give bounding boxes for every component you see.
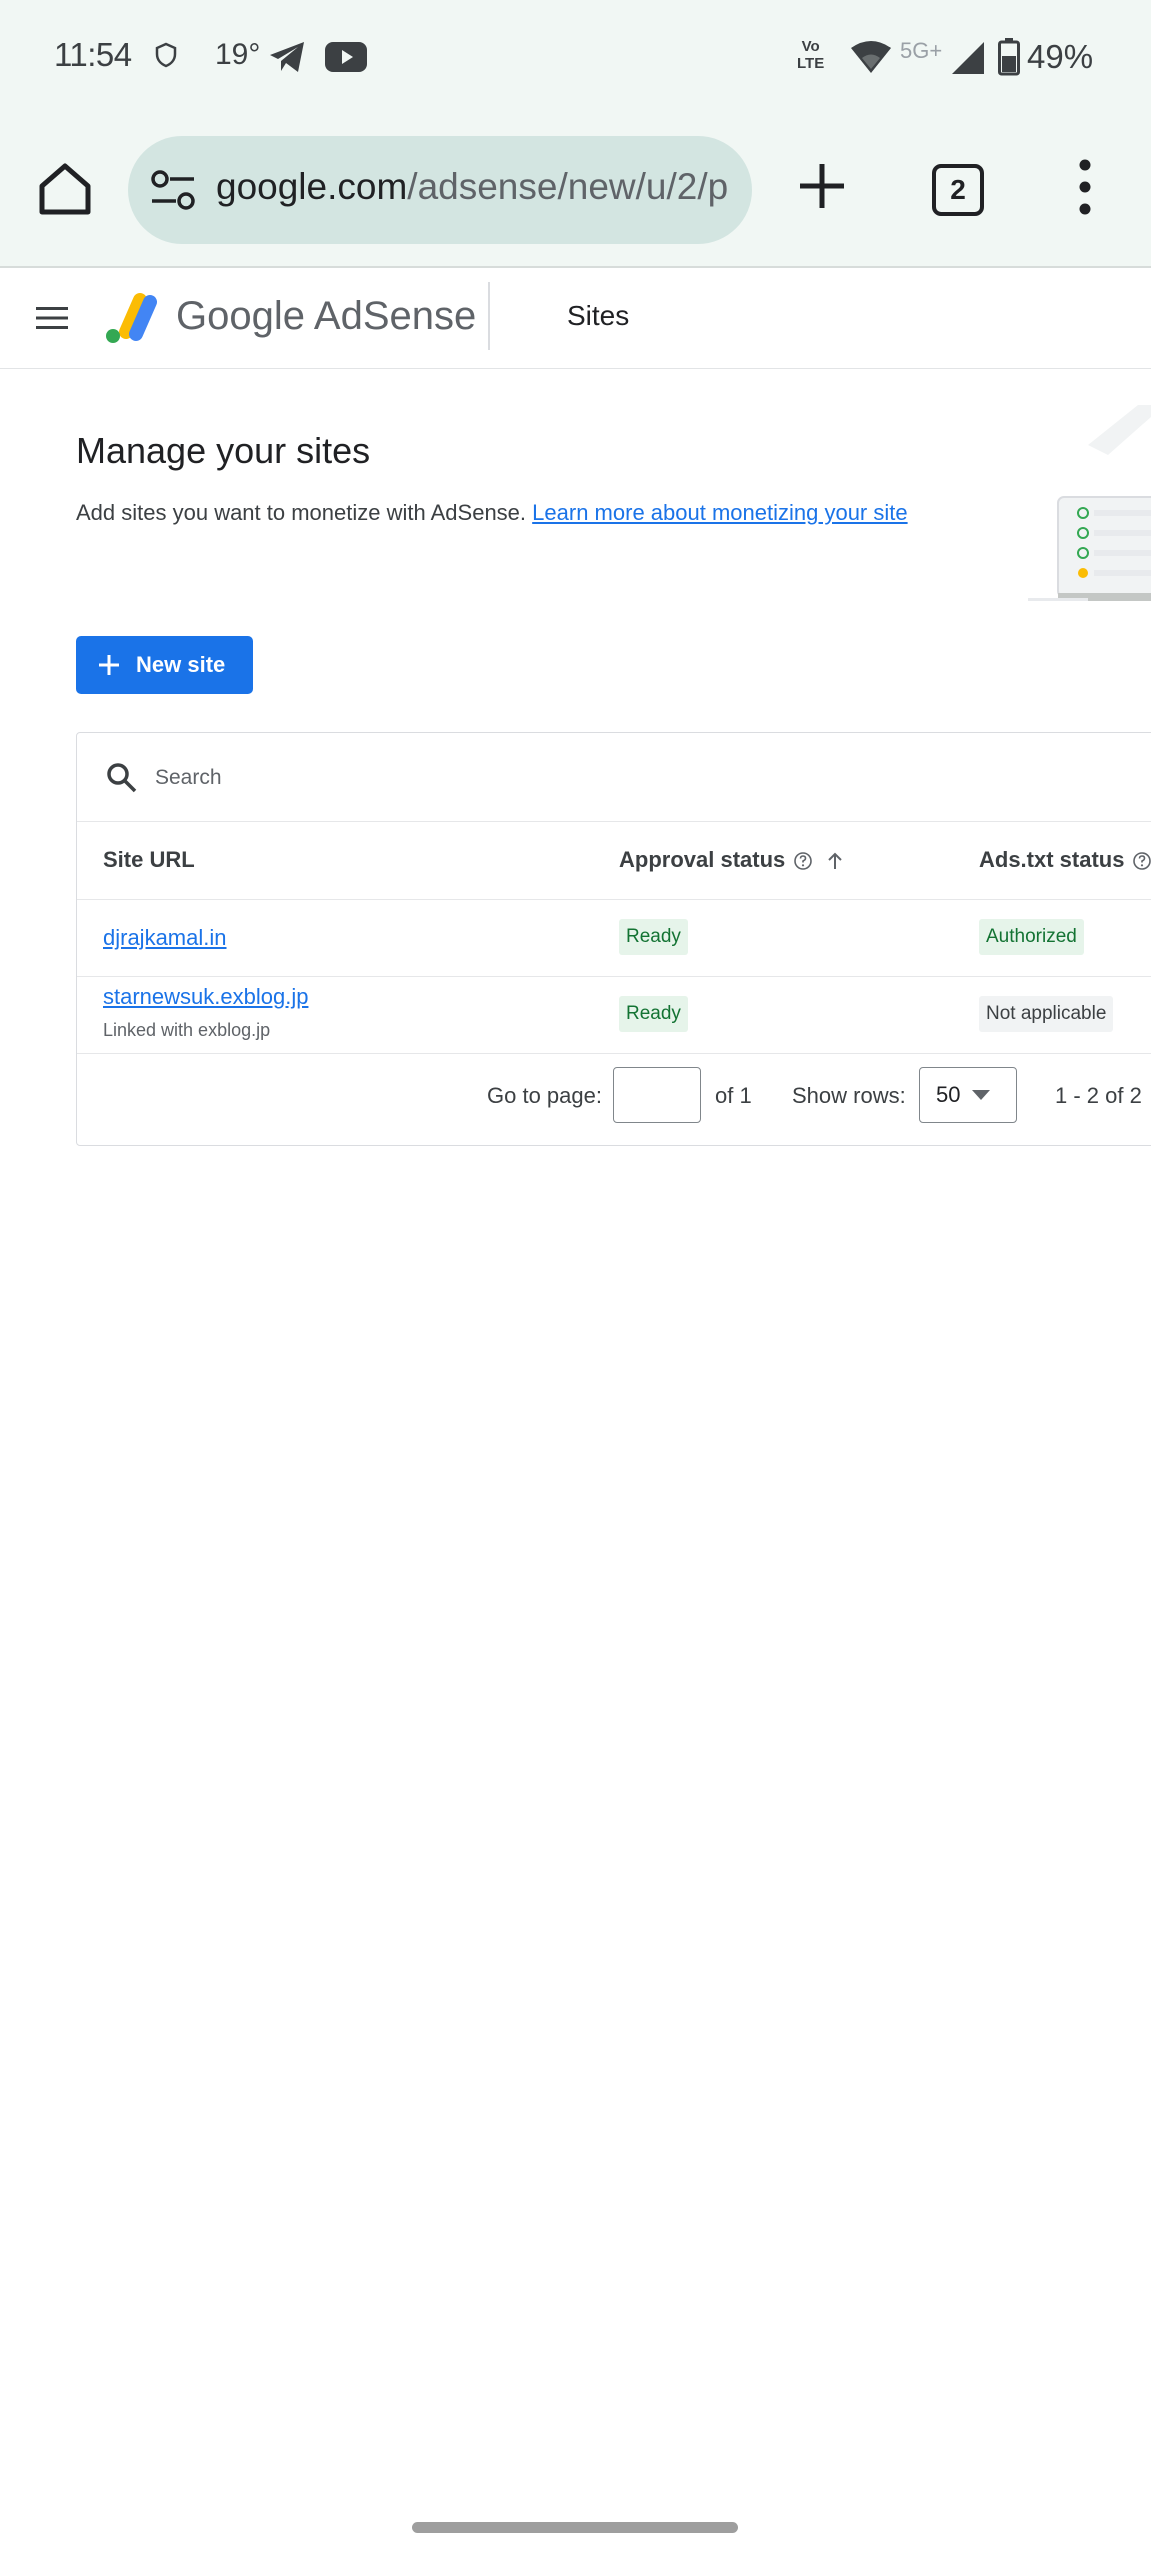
chevron-down-icon [972,1090,990,1100]
column-site-url-label: Site URL [103,847,195,872]
table-row[interactable]: djrajkamal.in Ready Authorized [77,899,1151,977]
page-count: of 1 [715,1083,752,1108]
column-ads-txt-status-label: Ads.txt status [979,847,1125,872]
learn-more-link[interactable]: Learn more about monetizing your site [532,500,907,525]
gesture-home-indicator[interactable] [412,2522,738,2533]
plus-icon [99,655,119,675]
telegram-icon [268,40,306,79]
brand-product: AdSense [313,294,477,338]
volte-line1: Vo [801,38,820,55]
site-url-link[interactable]: starnewsuk.exblog.jp [103,984,308,1010]
description-text: Add sites you want to monetize with AdSe… [76,500,527,525]
new-site-label: New site [136,652,226,677]
browser-toolbar: google.com/adsense/new/u/2/p 2 [0,116,1151,268]
adsense-header: Google AdSense Sites [0,268,1151,369]
wifi-icon [850,40,892,79]
adsense-logo [102,288,164,348]
table-header: Site URL Approval status Ads.txt status [77,821,1151,900]
sites-table-card: Site URL Approval status Ads.txt status … [76,732,1151,1146]
help-icon[interactable] [1132,851,1151,871]
address-bar[interactable]: google.com/adsense/new/u/2/p [128,136,752,244]
signal-icon [950,40,986,81]
header-divider [488,282,490,350]
column-ads-txt-status[interactable]: Ads.txt status [979,847,1151,873]
home-icon [39,163,91,215]
hamburger-menu-icon[interactable] [36,304,68,332]
column-site-url[interactable]: Site URL [103,847,195,873]
url-text[interactable]: google.com/adsense/new/u/2/p [216,166,728,208]
search-icon [105,761,137,793]
brand-google: Google [176,294,305,338]
status-time: 11:54 [54,36,132,73]
column-approval-status-label: Approval status [619,847,786,872]
site-url-link[interactable]: djrajkamal.in [103,925,227,951]
ads-txt-status-badge: Not applicable [979,996,1114,1032]
column-approval-status[interactable]: Approval status [619,847,845,873]
site-url-subtext: Linked with exblog.jp [103,1020,271,1040]
shield-icon [155,42,177,73]
url-host: google.com [216,166,408,207]
tune-icon[interactable] [150,168,196,212]
ads-txt-status-badge: Authorized [979,919,1084,955]
new-site-button[interactable]: New site [76,636,253,694]
status-temperature: 19° [215,38,261,71]
url-path: /adsense/new/u/2/p [407,166,729,207]
page-description: Add sites you want to monetize with AdSe… [76,500,908,526]
section-title: Sites [567,300,630,331]
volte-indicator: Vo LTE [797,38,824,72]
network-type: 5G+ [900,38,943,63]
rows-per-page-select[interactable]: 50 [919,1067,1017,1123]
approval-status-badge: Ready [619,996,688,1032]
help-icon[interactable] [793,851,813,871]
pagination: Go to page: of 1 Show rows: 50 1 - 2 of … [77,1053,1151,1143]
show-rows-label: Show rows: [792,1083,906,1108]
home-button[interactable] [30,154,100,224]
rows-per-page-value: 50 [936,1082,961,1107]
go-to-page-input[interactable] [613,1067,701,1123]
status-bar: 11:54 19° Vo LTE 5G+ 49% [0,0,1151,116]
volte-line2: LTE [797,55,825,72]
search-input[interactable] [153,757,1057,799]
battery-icon [998,38,1020,81]
pagination-range: 1 - 2 of 2 [1055,1083,1142,1108]
battery-percent: 49% [1027,38,1094,75]
page-title: Manage your sites [76,430,371,471]
plus-icon [800,164,844,208]
more-vert-icon[interactable] [1070,156,1100,218]
tabs-icon[interactable]: 2 [932,164,984,216]
sort-ascending-icon[interactable] [825,851,845,871]
new-tab-button[interactable] [796,160,848,212]
go-to-page-label: Go to page: [487,1083,602,1108]
approval-status-badge: Ready [619,919,688,955]
adsense-wordmark: Google AdSense [176,294,476,339]
sites-illustration [1028,405,1151,605]
table-row[interactable]: starnewsuk.exblog.jp Linked with exblog.… [77,976,1151,1054]
search-row [77,733,1151,822]
youtube-icon [325,42,367,77]
